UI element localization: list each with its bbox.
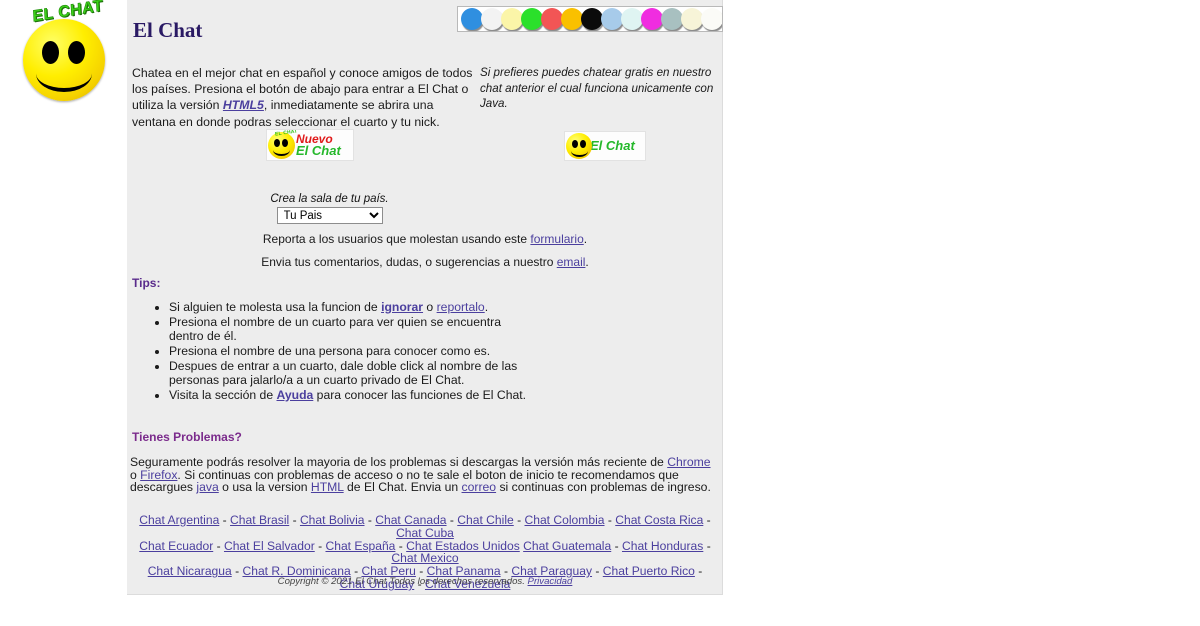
- footer-copyright: Copyright © 2021 El Chat Todos los derec…: [127, 576, 723, 587]
- color-swatch-gray-blue[interactable]: [661, 8, 683, 30]
- report-line-before: Reporta a los usuarios que molestan usan…: [262, 232, 531, 246]
- tip-text-before: Presiona el nombre de una persona para c…: [169, 343, 491, 358]
- html5-link[interactable]: HTML5: [223, 98, 264, 112]
- country-link-separator: -: [703, 538, 711, 553]
- problems-p5: de El Chat. Envia un: [343, 480, 462, 495]
- report-users-line: Reporta a los usuarios que molestan usan…: [127, 232, 723, 246]
- country-link[interactable]: Chat Bolivia: [300, 513, 365, 527]
- email-link[interactable]: email: [557, 255, 586, 269]
- color-swatch-light-blue[interactable]: [601, 8, 623, 30]
- smiley-icon-small: [566, 133, 592, 159]
- country-link[interactable]: Chat España: [325, 539, 395, 553]
- report-line-after: .: [583, 232, 588, 246]
- problems-paragraph: Seguramente podrás resolver la mayoria d…: [130, 456, 718, 494]
- color-swatch-black[interactable]: [581, 8, 603, 30]
- country-link[interactable]: Chat Chile: [457, 513, 513, 527]
- enter-new-chat-labels: Nuevo El Chat: [296, 133, 341, 157]
- country-link[interactable]: Chat Guatemala: [523, 539, 611, 553]
- email-line-after: .: [585, 255, 589, 269]
- color-swatch-white[interactable]: [481, 8, 503, 30]
- tip-text-before: Visita la sección de: [169, 387, 277, 402]
- country-room-creator: Crea la sala de tu país. Tu Pais: [242, 193, 417, 224]
- tip-text-middle: o: [423, 300, 437, 314]
- tip-text-before: Despues de entrar a un cuarto, dale dobl…: [169, 358, 518, 387]
- ignorar-link[interactable]: ignorar: [381, 300, 423, 314]
- button-label-elchat: El Chat: [590, 138, 635, 153]
- tips-list: Si alguien te molesta usa la funcion de …: [151, 300, 529, 403]
- ayuda-link[interactable]: Ayuda: [277, 388, 314, 402]
- country-link-separator: -: [213, 538, 224, 553]
- color-swatch-magenta[interactable]: [641, 8, 663, 30]
- email-line-before: Envia tus comentarios, dudas, o sugerenc…: [261, 255, 557, 269]
- color-swatch-off-white[interactable]: [701, 8, 722, 30]
- privacidad-link[interactable]: Privacidad: [528, 576, 573, 587]
- country-link[interactable]: Chat Honduras: [622, 539, 703, 553]
- tip-text-after: .: [484, 300, 489, 314]
- smiley-mouth-icon: [36, 55, 92, 92]
- color-swatch-pale-cyan[interactable]: [621, 8, 643, 30]
- problems-p6: si continuas con problemas de ingreso.: [496, 480, 711, 495]
- list-item: Presiona el nombre de un cuarto para ver…: [169, 315, 529, 344]
- java-link[interactable]: java: [196, 480, 218, 494]
- enter-java-chat-button[interactable]: El Chat: [564, 131, 646, 161]
- reportalo-link[interactable]: reportalo: [437, 300, 485, 314]
- country-select-caption: Crea la sala de tu país.: [270, 193, 389, 205]
- tips-heading: Tips:: [132, 276, 161, 290]
- tip-text-before: Presiona el nombre de un cuarto para ver…: [169, 314, 501, 344]
- page-container: El Chat Chatea en el mejor chat en españ…: [127, 0, 723, 595]
- color-swatch-red[interactable]: [541, 8, 563, 30]
- problems-heading: Tienes Problemas?: [132, 430, 242, 444]
- color-swatch-gold[interactable]: [561, 8, 583, 30]
- country-link[interactable]: Chat Argentina: [139, 513, 219, 527]
- intro-paragraph-right: Si prefieres puedes chatear gratis en nu…: [480, 66, 714, 110]
- enter-java-chat-labels: El Chat: [590, 138, 635, 153]
- country-link-separator: -: [513, 513, 525, 527]
- enter-new-chat-button[interactable]: EL CHAT Nuevo El Chat: [266, 129, 354, 161]
- tip-text-after: para conocer las funciones de El Chat.: [313, 387, 527, 402]
- correo-link[interactable]: correo: [462, 480, 497, 494]
- color-swatch-green[interactable]: [521, 8, 543, 30]
- list-item: Si alguien te molesta usa la funcion de …: [169, 300, 529, 314]
- list-item: Despues de entrar a un cuarto, dale dobl…: [169, 359, 529, 388]
- intro-paragraph-left: Chatea en el mejor chat en español y con…: [132, 65, 477, 130]
- page-title: El Chat: [133, 18, 203, 42]
- country-link-separator: -: [611, 538, 622, 553]
- site-logo: EL CHAT: [14, 0, 118, 101]
- country-link[interactable]: Chat Ecuador: [139, 539, 213, 553]
- country-link[interactable]: Chat El Salvador: [224, 539, 315, 553]
- country-link-separator: -: [364, 513, 376, 527]
- country-link-separator: -: [289, 513, 300, 527]
- color-swatch-cream[interactable]: [681, 8, 703, 30]
- country-link-separator: -: [314, 538, 326, 553]
- smiley-mouth-icon: [571, 145, 588, 157]
- country-link[interactable]: Chat Costa Rica: [615, 513, 703, 527]
- country-link-separator: -: [604, 513, 616, 527]
- country-link-separator: -: [219, 513, 231, 527]
- button-label-elchat: El Chat: [296, 143, 341, 158]
- country-link[interactable]: Chat Brasil: [230, 513, 289, 527]
- list-item: Visita la sección de Ayuda para conocer …: [169, 388, 529, 402]
- html-link[interactable]: HTML: [311, 480, 344, 494]
- country-link-separator: -: [703, 513, 711, 527]
- copyright-text: Copyright © 2021 El Chat Todos los derec…: [277, 576, 525, 587]
- problems-p4: o usa la version: [218, 480, 311, 495]
- color-swatch-blue[interactable]: [461, 8, 483, 30]
- color-swatch-light-yellow[interactable]: [501, 8, 523, 30]
- formulario-link[interactable]: formulario: [530, 232, 583, 246]
- list-item: Presiona el nombre de una persona para c…: [169, 344, 529, 358]
- smiley-mouth-icon: [273, 144, 290, 156]
- smiley-face-icon: [23, 19, 105, 101]
- contact-email-line: Envia tus comentarios, dudas, o sugerenc…: [127, 255, 723, 269]
- country-select[interactable]: Tu Pais: [276, 207, 383, 224]
- tip-text-before: Si alguien te molesta usa la funcion de: [169, 300, 382, 314]
- color-palette-strip: [457, 6, 723, 32]
- country-link[interactable]: Chat Colombia: [525, 513, 605, 527]
